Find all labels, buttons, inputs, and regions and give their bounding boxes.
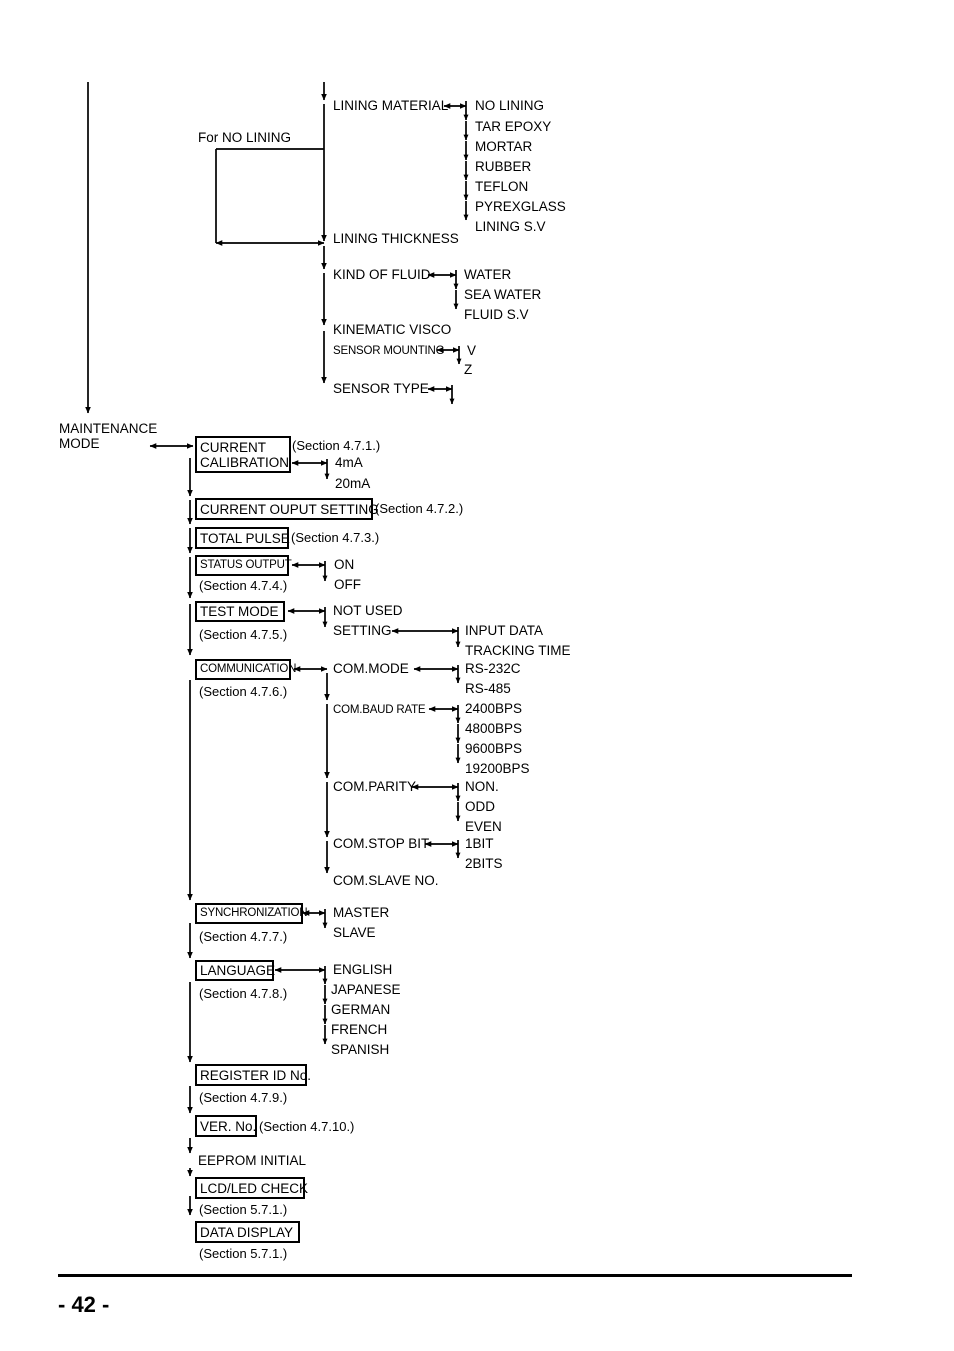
communication-label: COMMUNICATION <box>200 663 297 675</box>
menu-box-ver-no[interactable]: VER. No. <box>195 1115 257 1137</box>
page-number: - 42 - <box>58 1292 110 1317</box>
option-mounting-v: V <box>467 343 477 358</box>
diagram-page: LINING MATERIAL For NO LINING LINING THI… <box>0 0 954 1351</box>
option-4800bps: 4800BPS <box>465 721 523 736</box>
menu-box-current-calibration[interactable]: CURRENT CALIBRATION <box>195 436 291 473</box>
menu-box-current-output-setting[interactable]: CURRENT OUPUT SETTING <box>195 498 379 520</box>
option-french: FRENCH <box>331 1022 388 1037</box>
note-for-no-lining: For NO LINING <box>198 130 292 145</box>
menu-box-data-display[interactable]: DATA DISPLAY <box>195 1221 300 1243</box>
section-ref-4-7-2: (Section 4.7.2.) <box>375 501 464 516</box>
option-mounting-z: Z <box>464 362 473 377</box>
menu-box-language[interactable]: LANGUAGE <box>195 960 276 981</box>
option-english: ENGLISH <box>333 962 393 977</box>
param-com-slave-no: COM.SLAVE NO. <box>333 873 439 888</box>
option-sea-water: SEA WATER <box>464 287 542 302</box>
option-german: GERMAN <box>331 1002 391 1017</box>
option-no-lining: NO LINING <box>475 98 545 113</box>
option-2bits: 2BITS <box>465 856 503 871</box>
menu-item-eeprom-initial[interactable]: EEPROM INITIAL <box>198 1154 306 1168</box>
menu-box-lcd-led-check[interactable]: LCD/LED CHECK <box>195 1177 309 1199</box>
param-com-baud-rate: COM.BAUD RATE <box>333 704 426 716</box>
menu-box-communication[interactable]: COMMUNICATION <box>195 659 296 680</box>
option-slave: SLAVE <box>333 925 376 940</box>
option-master: MASTER <box>333 905 390 920</box>
section-ref-4-7-4: (Section 4.7.4.) <box>199 578 288 593</box>
menu-box-status-output[interactable]: STATUS OUTPUT <box>195 555 292 576</box>
footer-rule <box>58 1274 852 1277</box>
current-output-setting-label: CURRENT OUPUT SETTING <box>200 501 379 517</box>
menu-box-test-mode[interactable]: TEST MODE <box>195 601 285 622</box>
menu-box-total-pulse[interactable]: TOTAL PULSE <box>195 527 290 549</box>
language-label: LANGUAGE <box>200 963 276 978</box>
option-status-on: ON <box>334 557 355 572</box>
data-display-label: DATA DISPLAY <box>200 1224 294 1240</box>
section-ref-5-7-1-a: (Section 5.7.1.) <box>199 1202 288 1217</box>
option-teflon: TEFLON <box>475 179 529 194</box>
option-setting: SETTING <box>333 623 392 638</box>
option-parity-non: NON. <box>465 779 499 794</box>
section-ref-4-7-10: (Section 4.7.10.) <box>259 1119 355 1134</box>
option-1bit: 1BIT <box>465 836 494 851</box>
option-spanish: SPANISH <box>331 1042 390 1057</box>
ver-no-label: VER. No. <box>200 1118 257 1134</box>
test-mode-label: TEST MODE <box>200 604 279 619</box>
synchronization-label: SYNCHRONIZATION <box>200 907 308 919</box>
param-com-mode: COM.MODE <box>333 661 409 676</box>
option-tracking-time: TRACKING TIME <box>465 643 571 658</box>
option-parity-odd: ODD <box>465 799 495 814</box>
flow-label-lining-thickness: LINING THICKNESS <box>333 231 459 246</box>
option-mortar: MORTAR <box>475 139 533 154</box>
total-pulse-label: TOTAL PULSE <box>200 530 290 546</box>
param-com-stop-bit: COM.STOP BIT <box>333 836 430 851</box>
flow-label-kinematic-visco: KINEMATIC VISCO <box>333 322 452 337</box>
menu-box-synchronization[interactable]: SYNCHRONIZATION <box>195 903 308 924</box>
status-output-label: STATUS OUTPUT <box>200 559 292 571</box>
option-pyrexglass: PYREXGLASS <box>475 199 566 214</box>
option-lining-sv: LINING S.V <box>475 219 546 234</box>
option-rubber: RUBBER <box>475 159 532 174</box>
option-not-used: NOT USED <box>333 603 403 618</box>
flow-label-kind-of-fluid: KIND OF FLUID <box>333 267 431 282</box>
flow-label-lining-material: LINING MATERIAL <box>333 98 449 113</box>
current-calibration-line1: CURRENT <box>200 440 266 455</box>
register-id-no-label: REGISTER ID No. <box>200 1067 312 1083</box>
param-com-parity: COM.PARITY <box>333 779 417 794</box>
option-water: WATER <box>464 267 512 282</box>
option-20ma: 20mA <box>335 476 371 491</box>
option-9600bps: 9600BPS <box>465 741 523 756</box>
section-ref-5-7-1-b: (Section 5.7.1.) <box>199 1246 288 1261</box>
flow-label-sensor-type: SENSOR TYPE <box>333 381 429 396</box>
option-japanese: JAPANESE <box>331 982 401 997</box>
section-ref-4-7-3: (Section 4.7.3.) <box>291 530 380 545</box>
section-ref-4-7-5: (Section 4.7.5.) <box>199 627 288 642</box>
section-ref-4-7-6: (Section 4.7.6.) <box>199 684 288 699</box>
current-calibration-line2: CALIBRATION <box>200 455 290 470</box>
option-rs485: RS-485 <box>465 681 511 696</box>
option-parity-even: EVEN <box>465 819 502 834</box>
section-ref-4-7-8: (Section 4.7.8.) <box>199 986 288 1001</box>
menu-box-register-id-no[interactable]: REGISTER ID No. <box>195 1064 311 1086</box>
section-ref-4-7-7: (Section 4.7.7.) <box>199 929 288 944</box>
lcd-led-check-label: LCD/LED CHECK <box>200 1180 309 1196</box>
option-tar-epoxy: TAR EPOXY <box>475 119 552 134</box>
option-fluid-sv: FLUID S.V <box>464 307 529 322</box>
option-19200bps: 19200BPS <box>465 761 530 776</box>
option-2400bps: 2400BPS <box>465 701 523 716</box>
maintenance-mode-label-line2: MODE <box>59 436 100 451</box>
option-input-data: INPUT DATA <box>465 623 544 638</box>
option-status-off: OFF <box>334 577 361 592</box>
option-4ma: 4mA <box>335 455 363 470</box>
section-ref-4-7-9: (Section 4.7.9.) <box>199 1090 288 1105</box>
section-ref-4-7-1: (Section 4.7.1.) <box>292 438 381 453</box>
maintenance-mode-label-line1: MAINTENANCE <box>59 421 158 436</box>
flow-label-sensor-mounting: SENSOR MOUNTING <box>333 345 445 357</box>
option-rs232c: RS-232C <box>465 661 521 676</box>
